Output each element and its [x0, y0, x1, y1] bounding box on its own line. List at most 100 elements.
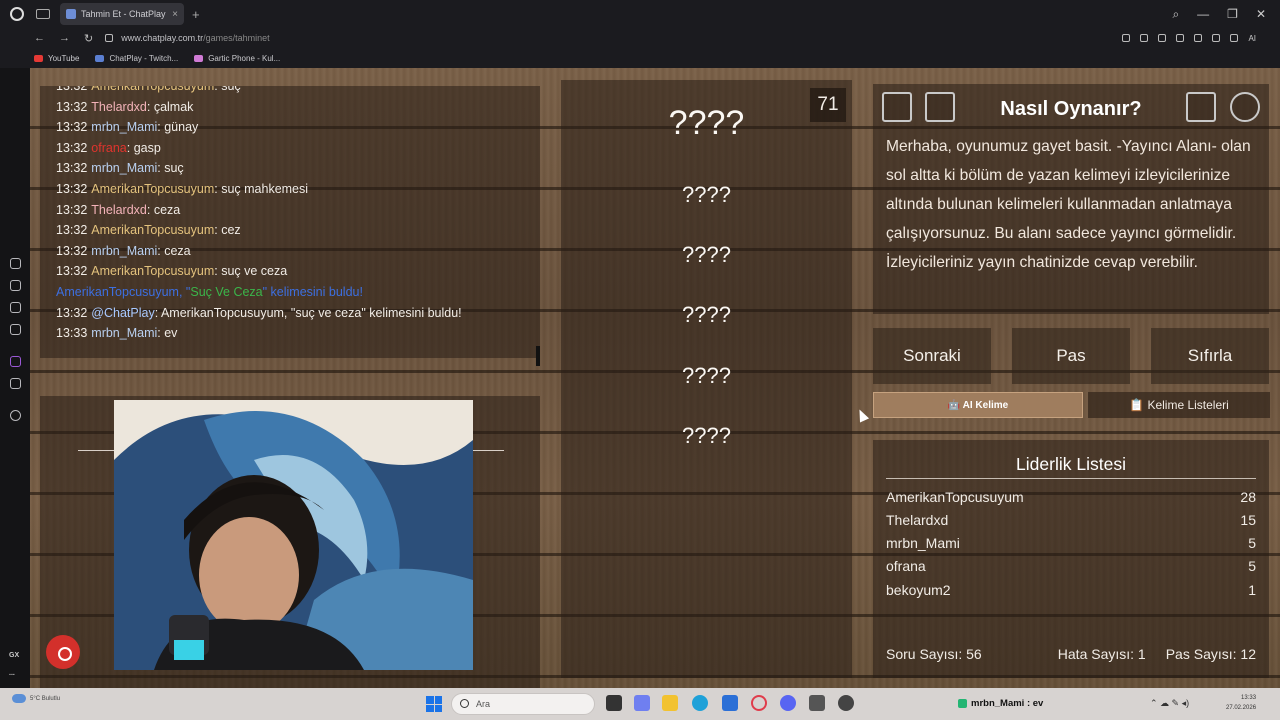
leaderboard-title: Liderlik Listesi	[1016, 454, 1126, 474]
record-button[interactable]	[46, 635, 80, 669]
timestamp: 13:33	[56, 326, 88, 341]
windows-start-icon[interactable]	[426, 696, 442, 712]
tab-tahmin-et[interactable]: Tahmin Et - ChatPlay ×	[60, 3, 184, 25]
message-text: günay	[164, 120, 199, 135]
snapshot-icon[interactable]	[1140, 33, 1149, 42]
word-lists-button[interactable]: 📋 Kelime Listeleri	[1088, 392, 1270, 418]
username: mrbn_Mami	[91, 161, 158, 176]
edge-icon[interactable]	[692, 695, 708, 711]
url-field[interactable]: www.chatplay.com.tr/games/tahminet	[121, 33, 269, 43]
player-score: 5	[1248, 558, 1256, 574]
bag-icon[interactable]	[10, 280, 21, 291]
chat-message: 13:32 AmerikanTopcusuyum: cez	[56, 223, 241, 238]
opera-gx-logo-icon[interactable]	[10, 7, 24, 21]
timestamp: 13:32	[56, 264, 88, 279]
weather-widget[interactable]: 5°C Bulutlu	[12, 694, 60, 703]
message-text: çalmak	[153, 99, 194, 114]
forward-button[interactable]: →	[59, 32, 70, 45]
system-tray[interactable]: ⌃ ☁ ✎ ◂)	[1150, 698, 1189, 709]
profile-icon[interactable]	[1230, 33, 1239, 42]
minimize-button[interactable]: —	[1197, 7, 1209, 22]
username: mrbn_Mami	[91, 326, 158, 341]
game-page: 13:32 AmerikanTopcusuyum: suç 13:32 Thelard…	[30, 68, 1280, 688]
username: AmerikanTopcusuyum	[91, 264, 215, 279]
copilot-icon[interactable]	[634, 695, 650, 711]
opera-gx-taskbar-icon[interactable]	[751, 695, 767, 711]
discord-icon[interactable]	[780, 695, 796, 711]
obs-icon[interactable]	[838, 695, 854, 711]
history-icon[interactable]	[10, 258, 21, 269]
message-text: suç	[221, 86, 241, 93]
extensions-icon[interactable]	[1212, 33, 1221, 42]
player-name: bekoyum2	[886, 582, 951, 598]
reload-button[interactable]: ↻	[84, 32, 93, 45]
lock-icon[interactable]	[105, 34, 114, 42]
heart-icon[interactable]	[1194, 33, 1203, 42]
timestamp: 13:32	[56, 223, 88, 238]
browser-tab-bar: Tahmin Et - ChatPlay × + ⌕ — ❐ ✕	[0, 0, 1280, 28]
username: ofrana	[91, 140, 127, 155]
ai-button[interactable]: AI	[1248, 34, 1256, 43]
url-host: www.chatplay.com.tr	[121, 33, 204, 43]
player-score: 28	[1240, 489, 1256, 505]
windows-taskbar: 5°C Bulutlu Ara mrbn_Mami : ev ⌃ ☁ ✎ ◂) …	[0, 688, 1280, 720]
close-window-button[interactable]: ✕	[1256, 7, 1266, 22]
system-message: AmerikanTopcusuyum, "Suç Ve Ceza" kelime…	[56, 282, 540, 303]
next-button[interactable]: Sonraki	[873, 328, 991, 384]
mouse-cursor-icon	[854, 407, 870, 423]
forbidden-word: ????	[682, 242, 731, 267]
back-button[interactable]: ←	[34, 32, 45, 45]
restore-button[interactable]: ❐	[1227, 7, 1238, 22]
tab-switcher-icon[interactable]	[36, 9, 50, 19]
chat-message: 13:32 mrbn_Mami: suç	[56, 161, 184, 176]
search-icon[interactable]: ⌕	[1172, 7, 1179, 22]
ai-word-button[interactable]: 🤖 AI Kelime	[873, 392, 1083, 418]
bookmarks-bar: YouTube ChatPlay - Twitch... Gartic Phon…	[0, 48, 1280, 68]
wallet-icon[interactable]	[10, 302, 21, 313]
clock[interactable]: 13:33 27.02.2026	[1226, 693, 1256, 713]
bookmark-gartic[interactable]: Gartic Phone - Kul...	[194, 54, 280, 63]
bookmark-youtube[interactable]: YouTube	[34, 54, 79, 63]
app-icon[interactable]	[809, 695, 825, 711]
message-text: ceza	[164, 243, 191, 258]
youtube-icon	[34, 54, 43, 62]
clock-icon[interactable]	[10, 410, 21, 421]
leaderboard-row: AmerikanTopcusuyum 28	[886, 489, 1256, 505]
messenger-icon[interactable]	[10, 324, 21, 335]
store-icon[interactable]	[722, 695, 738, 711]
chat-message: 13:32 Thelardxd: çalmak	[56, 99, 194, 114]
message-text: cez	[221, 223, 241, 238]
address-bar: ← → ↻ www.chatplay.com.tr/games/tahminet…	[0, 28, 1280, 48]
task-view-icon[interactable]	[606, 695, 622, 711]
cloud-icon	[12, 694, 26, 703]
new-tab-button[interactable]: +	[192, 7, 200, 22]
question-count: Soru Sayısı: 56	[886, 646, 982, 662]
chatplay-favicon-icon	[66, 9, 76, 19]
more-icon[interactable]: ...	[9, 670, 15, 677]
player-name: ofrana	[886, 558, 926, 574]
message-text: gasp	[133, 140, 161, 155]
username: mrbn_Mami	[91, 243, 158, 258]
twitch-icon[interactable]	[10, 356, 21, 367]
chat-message: 13:32 ofrana: gasp	[56, 140, 161, 155]
taskbar-search[interactable]: Ara	[451, 693, 595, 715]
notification-toast[interactable]: mrbn_Mami : ev	[958, 698, 1043, 709]
search-placeholder: Ara	[476, 699, 491, 709]
tab-title: Tahmin Et - ChatPlay	[81, 9, 166, 19]
tab-close-icon[interactable]: ×	[172, 9, 178, 20]
forbidden-word: ????	[682, 302, 731, 327]
pass-button[interactable]: Pas	[1012, 328, 1130, 384]
chatplay-icon	[95, 54, 105, 62]
bookmark-chatplay[interactable]: ChatPlay - Twitch...	[95, 54, 178, 63]
x-twitter-icon[interactable]	[10, 378, 21, 389]
shield-icon[interactable]	[1158, 33, 1167, 42]
file-explorer-icon[interactable]	[662, 695, 678, 711]
chat-message: 13:32 AmerikanTopcusuyum: suç	[56, 86, 540, 97]
reset-button[interactable]: Sıfırla	[1151, 328, 1269, 384]
play-icon[interactable]	[1176, 33, 1185, 42]
bookmark-icon[interactable]	[1122, 33, 1131, 42]
timestamp: 13:32	[56, 86, 88, 93]
chat-scrollbar[interactable]	[536, 346, 540, 366]
weather-temp: 5°C	[30, 696, 41, 703]
gx-label[interactable]: GX	[9, 652, 19, 659]
